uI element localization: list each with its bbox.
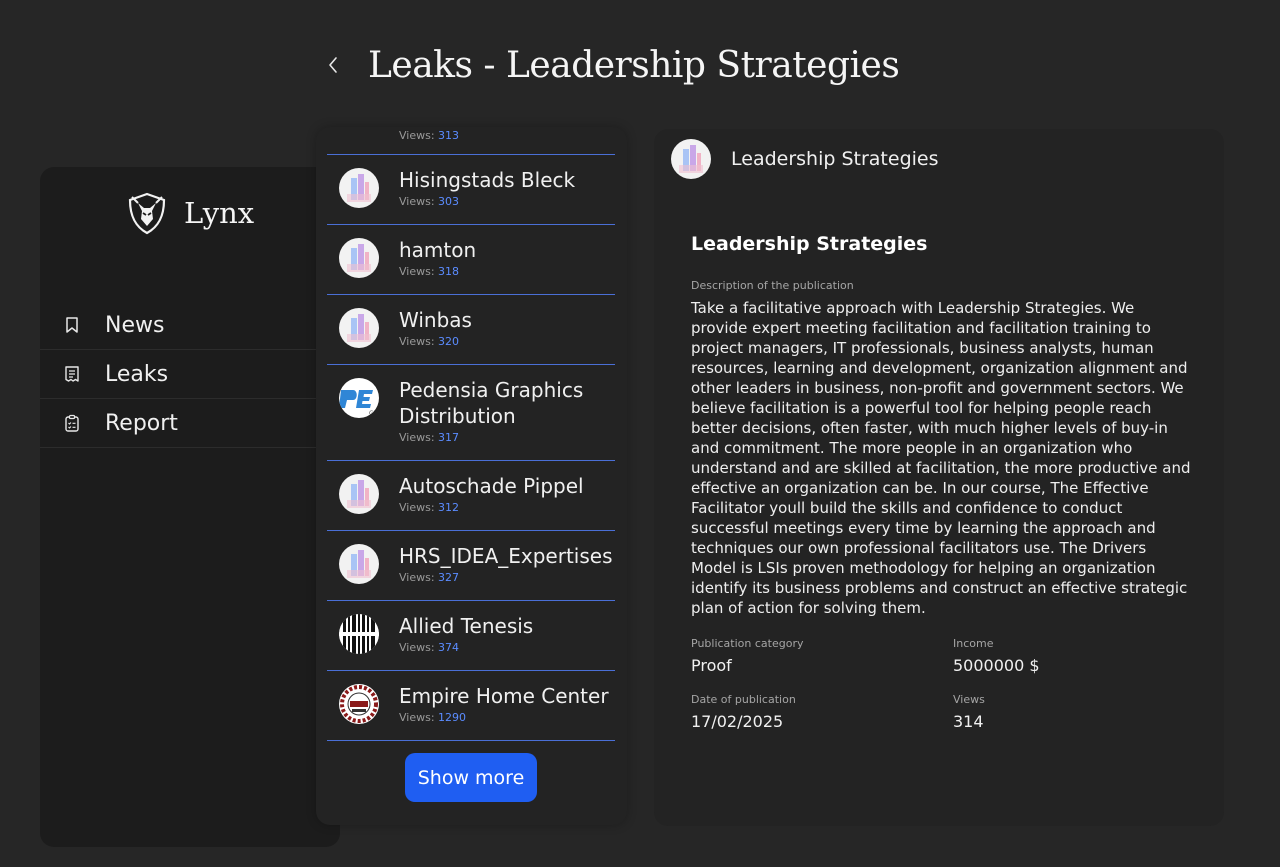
category-value: Proof — [691, 656, 732, 675]
company-logo — [339, 614, 379, 654]
date-field: Date of publication 17/02/2025 — [691, 693, 953, 731]
logo[interactable]: Lynx — [124, 189, 254, 237]
list-item[interactable]: GR Pedensia Graphics Distribution Views:… — [327, 365, 615, 461]
item-name: Autoschade Pippel — [399, 474, 584, 498]
company-logo — [339, 684, 379, 724]
company-logo — [671, 139, 711, 179]
list-item[interactable]: HRS_IDEA_Expertises Views: 327 — [327, 531, 615, 601]
leaks-list: Views: 313 Hisingstads Bleck Views: 303 … — [327, 127, 615, 741]
list-item[interactable]: Views: 313 — [327, 127, 615, 155]
lynx-logo-icon — [128, 192, 166, 235]
item-views: Views: 317 — [399, 431, 460, 444]
item-views: Views: 318 — [399, 265, 460, 278]
item-name: hamton — [399, 238, 477, 262]
bookmark-icon — [62, 315, 82, 335]
sidebar-item-label: Report — [105, 410, 178, 436]
item-views: Views: 312 — [399, 501, 460, 514]
list-item[interactable]: Hisingstads Bleck Views: 303 — [327, 155, 615, 225]
logo-text: Lynx — [184, 196, 255, 230]
category-label: Publication category — [691, 637, 804, 650]
detail-header-title: Leadership Strategies — [731, 148, 939, 170]
company-logo — [339, 168, 379, 208]
date-value: 17/02/2025 — [691, 712, 784, 731]
page-title: Leaks - Leadership Strategies — [368, 44, 900, 86]
sidebar-item-report[interactable]: Report — [40, 399, 340, 448]
detail-header: Leadership Strategies — [654, 129, 1224, 189]
item-name: Allied Tenesis — [399, 614, 534, 638]
chevron-left-icon — [329, 57, 337, 73]
svg-text:GR: GR — [369, 410, 378, 417]
list-item[interactable]: Winbas Views: 320 — [327, 295, 615, 365]
list-item[interactable]: Autoschade Pippel Views: 312 — [327, 461, 615, 531]
sidebar-item-label: Leaks — [105, 361, 169, 387]
item-views: Views: 1290 — [399, 711, 467, 724]
list-item[interactable]: Allied Tenesis Views: 374 — [327, 601, 615, 671]
category-field: Publication category Proof — [691, 637, 953, 675]
views-label: Views — [953, 693, 985, 706]
sidebar: Lynx News Leaks Report — [40, 167, 340, 847]
sidebar-item-leaks[interactable]: Leaks — [40, 350, 340, 399]
sidebar-item-label: News — [105, 312, 165, 338]
receipt-icon — [62, 364, 82, 384]
list-item[interactable]: hamton Views: 318 — [327, 225, 615, 295]
date-label: Date of publication — [691, 693, 796, 706]
company-logo — [339, 308, 379, 348]
item-views: Views: 327 — [399, 571, 460, 584]
item-views: Views: 320 — [399, 335, 460, 348]
description-label: Description of the publication — [691, 279, 854, 292]
views-field: Views 314 — [953, 693, 1193, 731]
checklist-icon — [62, 413, 82, 433]
list-item[interactable]: Empire Home Center Views: 1290 — [327, 671, 615, 741]
item-views: Views: 303 — [399, 195, 460, 208]
item-name: Hisingstads Bleck — [399, 168, 576, 192]
company-logo — [339, 544, 379, 584]
item-views: Views: 374 — [399, 641, 460, 654]
item-name: Empire Home Center — [399, 684, 609, 708]
company-logo — [339, 238, 379, 278]
leaks-list-panel: Views: 313 Hisingstads Bleck Views: 303 … — [316, 127, 627, 825]
company-logo: GR — [339, 378, 379, 418]
item-name: Winbas — [399, 308, 472, 332]
item-name: Pedensia Graphics Distribution — [399, 378, 584, 428]
item-views: Views: 313 — [399, 129, 460, 142]
income-label: Income — [953, 637, 994, 650]
publication-title: Leadership Strategies — [691, 233, 928, 255]
description-text: Take a facilitative approach with Leader… — [691, 299, 1191, 617]
income-field: Income 5000000 $ — [953, 637, 1193, 675]
show-more-button[interactable]: Show more — [405, 753, 537, 802]
back-button[interactable] — [320, 45, 346, 85]
company-logo — [339, 474, 379, 514]
detail-body: Leadership Strategies Description of the… — [691, 233, 1191, 731]
sidebar-nav: News Leaks Report — [40, 301, 340, 448]
detail-panel: Leadership Strategies Leadership Strateg… — [654, 129, 1224, 826]
sidebar-item-news[interactable]: News — [40, 301, 340, 350]
income-value: 5000000 $ — [953, 656, 1040, 675]
views-value: 314 — [953, 712, 984, 731]
page-header: Leaks - Leadership Strategies — [320, 40, 900, 90]
publication-meta: Publication category Proof Income 500000… — [691, 637, 1191, 731]
item-name: HRS_IDEA_Expertises — [399, 544, 613, 568]
